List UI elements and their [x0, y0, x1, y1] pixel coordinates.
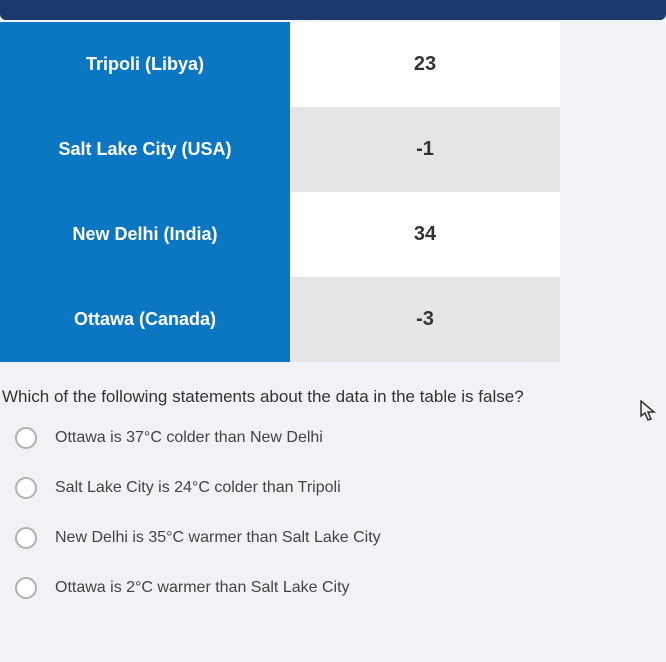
table-row-value: -3	[290, 277, 560, 362]
radio-icon[interactable]	[15, 577, 37, 599]
radio-icon[interactable]	[15, 527, 37, 549]
option-1[interactable]: Ottawa is 37°C colder than New Delhi	[15, 427, 666, 449]
option-label: New Delhi is 35°C warmer than Salt Lake …	[55, 529, 381, 547]
cursor-icon	[640, 400, 658, 428]
data-table: Tripoli (Libya) Salt Lake City (USA) New…	[0, 22, 560, 362]
table-row-label: Salt Lake City (USA)	[0, 107, 290, 192]
table-row-label: New Delhi (India)	[0, 192, 290, 277]
value-column: 23 -1 34 -3	[290, 22, 560, 362]
options-group: Ottawa is 37°C colder than New Delhi Sal…	[0, 427, 666, 599]
option-label: Salt Lake City is 24°C colder than Tripo…	[55, 479, 341, 497]
table-row-value: 23	[290, 22, 560, 107]
header-bar	[0, 0, 666, 20]
radio-icon[interactable]	[15, 477, 37, 499]
option-3[interactable]: New Delhi is 35°C warmer than Salt Lake …	[15, 527, 666, 549]
table-row-value: -1	[290, 107, 560, 192]
question-text: Which of the following statements about …	[0, 387, 666, 407]
option-2[interactable]: Salt Lake City is 24°C colder than Tripo…	[15, 477, 666, 499]
table-row-label: Tripoli (Libya)	[0, 22, 290, 107]
option-4[interactable]: Ottawa is 2°C warmer than Salt Lake City	[15, 577, 666, 599]
table-row-value: 34	[290, 192, 560, 277]
option-label: Ottawa is 2°C warmer than Salt Lake City	[55, 579, 350, 597]
city-column: Tripoli (Libya) Salt Lake City (USA) New…	[0, 22, 290, 362]
radio-icon[interactable]	[15, 427, 37, 449]
table-row-label: Ottawa (Canada)	[0, 277, 290, 362]
option-label: Ottawa is 37°C colder than New Delhi	[55, 429, 323, 447]
